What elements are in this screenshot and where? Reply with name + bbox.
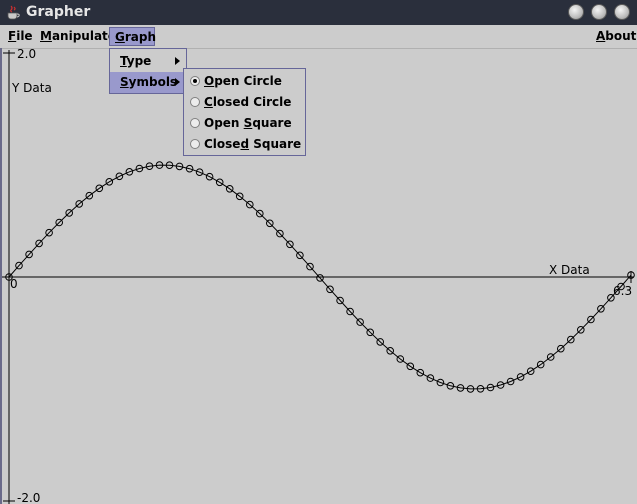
menu-graph[interactable]: Graph — [109, 27, 156, 46]
radio-unselected-icon — [190, 139, 200, 149]
close-button[interactable] — [614, 4, 630, 20]
radio-selected-icon — [190, 76, 200, 86]
sine-plot: 2.0 -2.0 Y Data X Data 0 6.3 — [2, 48, 635, 504]
minimize-button[interactable] — [568, 4, 584, 20]
y-tick-label-min: -2.0 — [17, 491, 40, 504]
maximize-button[interactable] — [591, 4, 607, 20]
radio-unselected-icon — [190, 118, 200, 128]
menu-bar: File Manipulate Graph About — [0, 25, 637, 49]
java-cup-icon — [7, 5, 20, 20]
symbol-option-open-square[interactable]: Open Square — [184, 113, 305, 134]
symbol-option-closed-circle[interactable]: Closed Circle — [184, 92, 305, 113]
menu-about[interactable]: About — [591, 27, 637, 46]
submenu-arrow-icon — [175, 78, 180, 86]
y-axis-label: Y Data — [11, 81, 52, 95]
graph-menu-dropdown: Type Symbols — [109, 48, 187, 94]
y-tick-label-max: 2.0 — [17, 48, 36, 61]
x-tick-label-max: 6.3 — [613, 284, 632, 298]
submenu-arrow-icon — [175, 57, 180, 65]
menu-item-symbols[interactable]: Symbols — [110, 72, 186, 93]
menu-item-type[interactable]: Type — [110, 51, 186, 72]
title-bar: Grapher — [0, 0, 637, 25]
symbol-option-open-circle[interactable]: Open Circle — [184, 71, 305, 92]
window-title: Grapher — [26, 4, 91, 20]
radio-unselected-icon — [190, 97, 200, 107]
symbols-submenu: Open Circle Closed Circle Open Square Cl… — [183, 68, 306, 156]
symbol-option-closed-square[interactable]: Closed Square — [184, 134, 305, 155]
x-axis-label: X Data — [549, 263, 590, 277]
menu-file[interactable]: File — [3, 27, 38, 46]
